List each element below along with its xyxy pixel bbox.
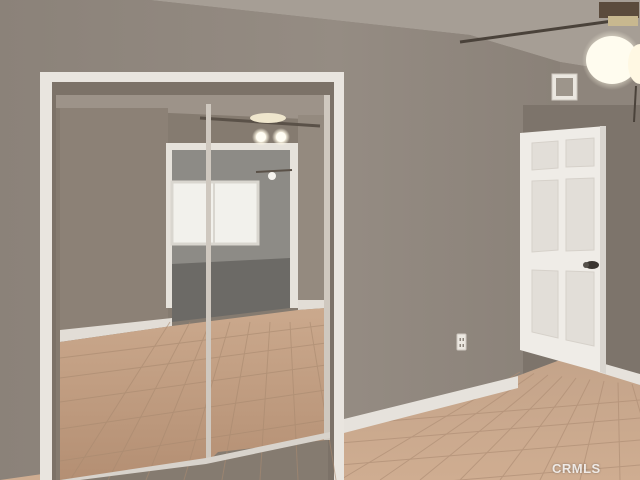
watermark: CRMLS xyxy=(552,461,601,476)
door-knob-icon xyxy=(583,261,599,269)
bedroom-photo: CRMLS xyxy=(0,0,640,480)
bedroom-door xyxy=(520,126,606,374)
outlet-icon xyxy=(456,333,467,351)
room-illustration xyxy=(0,0,640,480)
air-vent-icon xyxy=(551,73,578,101)
mirror-doors xyxy=(56,95,337,480)
